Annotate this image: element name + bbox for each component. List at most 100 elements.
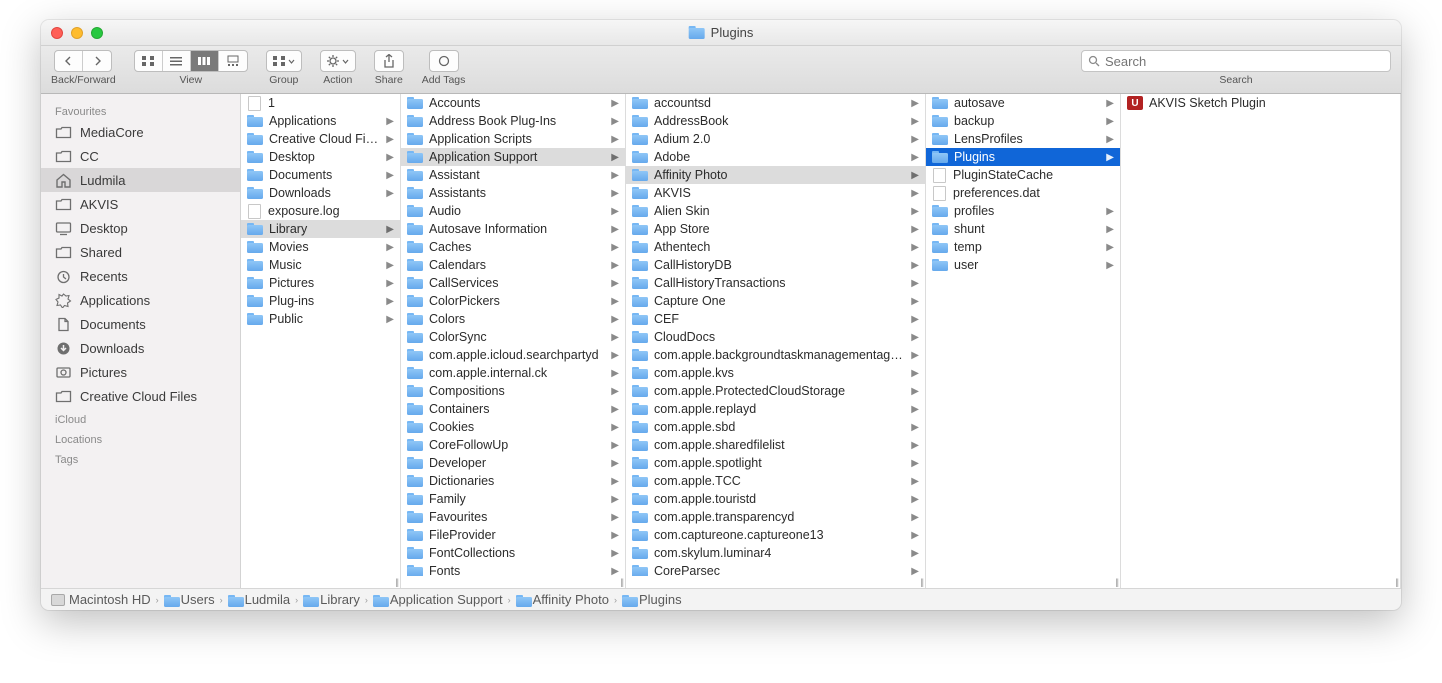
sidebar-item[interactable]: Applications [41,288,240,312]
sidebar-item[interactable]: Shared [41,240,240,264]
list-item[interactable]: Downloads▶ [241,184,400,202]
close-button[interactable] [51,27,63,39]
list-item[interactable]: com.apple.sbd▶ [626,418,925,436]
column-list[interactable]: autosave▶backup▶LensProfiles▶Plugins▶Plu… [926,94,1120,576]
list-item[interactable]: com.apple.touristd▶ [626,490,925,508]
sidebar-item[interactable]: Pictures [41,360,240,384]
sidebar-item[interactable]: CC [41,144,240,168]
forward-button[interactable] [83,51,111,71]
list-item[interactable]: Assistant▶ [401,166,625,184]
list-item[interactable]: Library▶ [241,220,400,238]
list-item[interactable]: Capture One▶ [626,292,925,310]
list-item[interactable]: Athentech▶ [626,238,925,256]
list-item[interactable]: com.skylum.luminar4▶ [626,544,925,562]
list-item[interactable]: com.apple.internal.ck▶ [401,364,625,382]
list-item[interactable]: CEF▶ [626,310,925,328]
breadcrumb-item[interactable]: Plugins [622,592,682,607]
list-item[interactable]: Autosave Information▶ [401,220,625,238]
breadcrumb-item[interactable]: Users [164,592,215,607]
zoom-button[interactable] [91,27,103,39]
sidebar-item[interactable]: AKVIS [41,192,240,216]
group-button[interactable] [266,50,302,72]
tags-button[interactable] [429,50,459,72]
list-item[interactable]: Accounts▶ [401,94,625,112]
list-item[interactable]: FileProvider▶ [401,526,625,544]
sidebar-item[interactable]: Documents [41,312,240,336]
list-item[interactable]: Application Support▶ [401,148,625,166]
list-item[interactable]: temp▶ [926,238,1120,256]
sidebar-item[interactable]: Desktop [41,216,240,240]
list-item[interactable]: com.apple.spotlight▶ [626,454,925,472]
list-item[interactable]: Music▶ [241,256,400,274]
icon-view-button[interactable] [135,51,163,71]
breadcrumb-item[interactable]: Application Support [373,592,503,607]
column-view-button[interactable] [191,51,219,71]
list-item[interactable]: com.apple.icloud.searchpartyd▶ [401,346,625,364]
path-bar[interactable]: Macintosh HD›Users›Ludmila›Library›Appli… [41,588,1401,610]
list-item[interactable]: Documents▶ [241,166,400,184]
column-resize-handle[interactable]: || [241,576,400,588]
list-item[interactable]: ColorPickers▶ [401,292,625,310]
search-input[interactable] [1105,54,1384,69]
list-item[interactable]: Movies▶ [241,238,400,256]
list-item[interactable]: autosave▶ [926,94,1120,112]
list-item[interactable]: Developer▶ [401,454,625,472]
list-item[interactable]: com.captureone.captureone13▶ [626,526,925,544]
list-item[interactable]: Audio▶ [401,202,625,220]
breadcrumb-item[interactable]: Macintosh HD [51,592,151,607]
list-item[interactable]: Public▶ [241,310,400,328]
list-item[interactable]: com.apple.kvs▶ [626,364,925,382]
sidebar-item[interactable]: Creative Cloud Files [41,384,240,408]
minimize-button[interactable] [71,27,83,39]
column-resize-handle[interactable]: || [626,576,925,588]
list-item[interactable]: LensProfiles▶ [926,130,1120,148]
list-item[interactable]: Containers▶ [401,400,625,418]
back-button[interactable] [55,51,83,71]
column-list[interactable]: Accounts▶Address Book Plug-Ins▶ Applicati… [401,94,625,576]
list-item[interactable]: UAKVIS Sketch Plugin [1121,94,1400,112]
column-resize-handle[interactable]: || [926,576,1120,588]
column-list[interactable]: 1Applications▶Creative Cloud Files▶Deskt… [241,94,400,576]
list-item[interactable]: shunt▶ [926,220,1120,238]
list-item[interactable]: backup▶ [926,112,1120,130]
list-item[interactable]: FontCollections▶ [401,544,625,562]
sidebar[interactable]: FavouritesMediaCoreCCLudmilaAKVISDesktop… [41,94,241,588]
list-item[interactable]: com.apple.transparencyd▶ [626,508,925,526]
list-item[interactable]: profiles▶ [926,202,1120,220]
list-item[interactable]: CallHistoryDB▶ [626,256,925,274]
list-item[interactable]: AddressBook▶ [626,112,925,130]
action-button[interactable] [320,50,356,72]
list-view-button[interactable] [163,51,191,71]
list-item[interactable]: CallServices▶ [401,274,625,292]
share-button[interactable] [374,50,404,72]
list-item[interactable]: Applications▶ [241,112,400,130]
list-item[interactable]: Address Book Plug-Ins▶ [401,112,625,130]
list-item[interactable]: Assistants▶ [401,184,625,202]
column-resize-handle[interactable]: || [401,576,625,588]
list-item[interactable]: App Store▶ [626,220,925,238]
breadcrumb-item[interactable]: Library [303,592,360,607]
list-item[interactable]: AKVIS▶ [626,184,925,202]
list-item[interactable]: Colors▶ [401,310,625,328]
list-item[interactable]: Fonts▶ [401,562,625,576]
list-item[interactable]: preferences.dat [926,184,1120,202]
list-item[interactable]: Alien Skin▶ [626,202,925,220]
list-item[interactable]: CoreFollowUp▶ [401,436,625,454]
sidebar-item[interactable]: MediaCore [41,120,240,144]
list-item[interactable]: ColorSync▶ [401,328,625,346]
list-item[interactable]: Caches▶ [401,238,625,256]
sidebar-item[interactable]: Ludmila [41,168,240,192]
list-item[interactable]: Dictionaries▶ [401,472,625,490]
list-item[interactable]: com.apple.TCC▶ [626,472,925,490]
list-item[interactable]: com.apple.ProtectedCloudStorage▶ [626,382,925,400]
list-item[interactable]: PluginStateCache [926,166,1120,184]
list-item[interactable]: user▶ [926,256,1120,274]
column-list[interactable]: UAKVIS Sketch Plugin [1121,94,1400,576]
list-item[interactable]: com.apple.backgroundtaskmanagementagent▶ [626,346,925,364]
list-item[interactable]: Adium 2.0▶ [626,130,925,148]
column-list[interactable]: accountsd▶AddressBook▶Adium 2.0▶Adobe▶Af… [626,94,925,576]
list-item[interactable]: Desktop▶ [241,148,400,166]
sidebar-item[interactable]: Downloads [41,336,240,360]
list-item[interactable]: com.apple.sharedfilelist▶ [626,436,925,454]
breadcrumb-item[interactable]: Affinity Photo [516,592,609,607]
